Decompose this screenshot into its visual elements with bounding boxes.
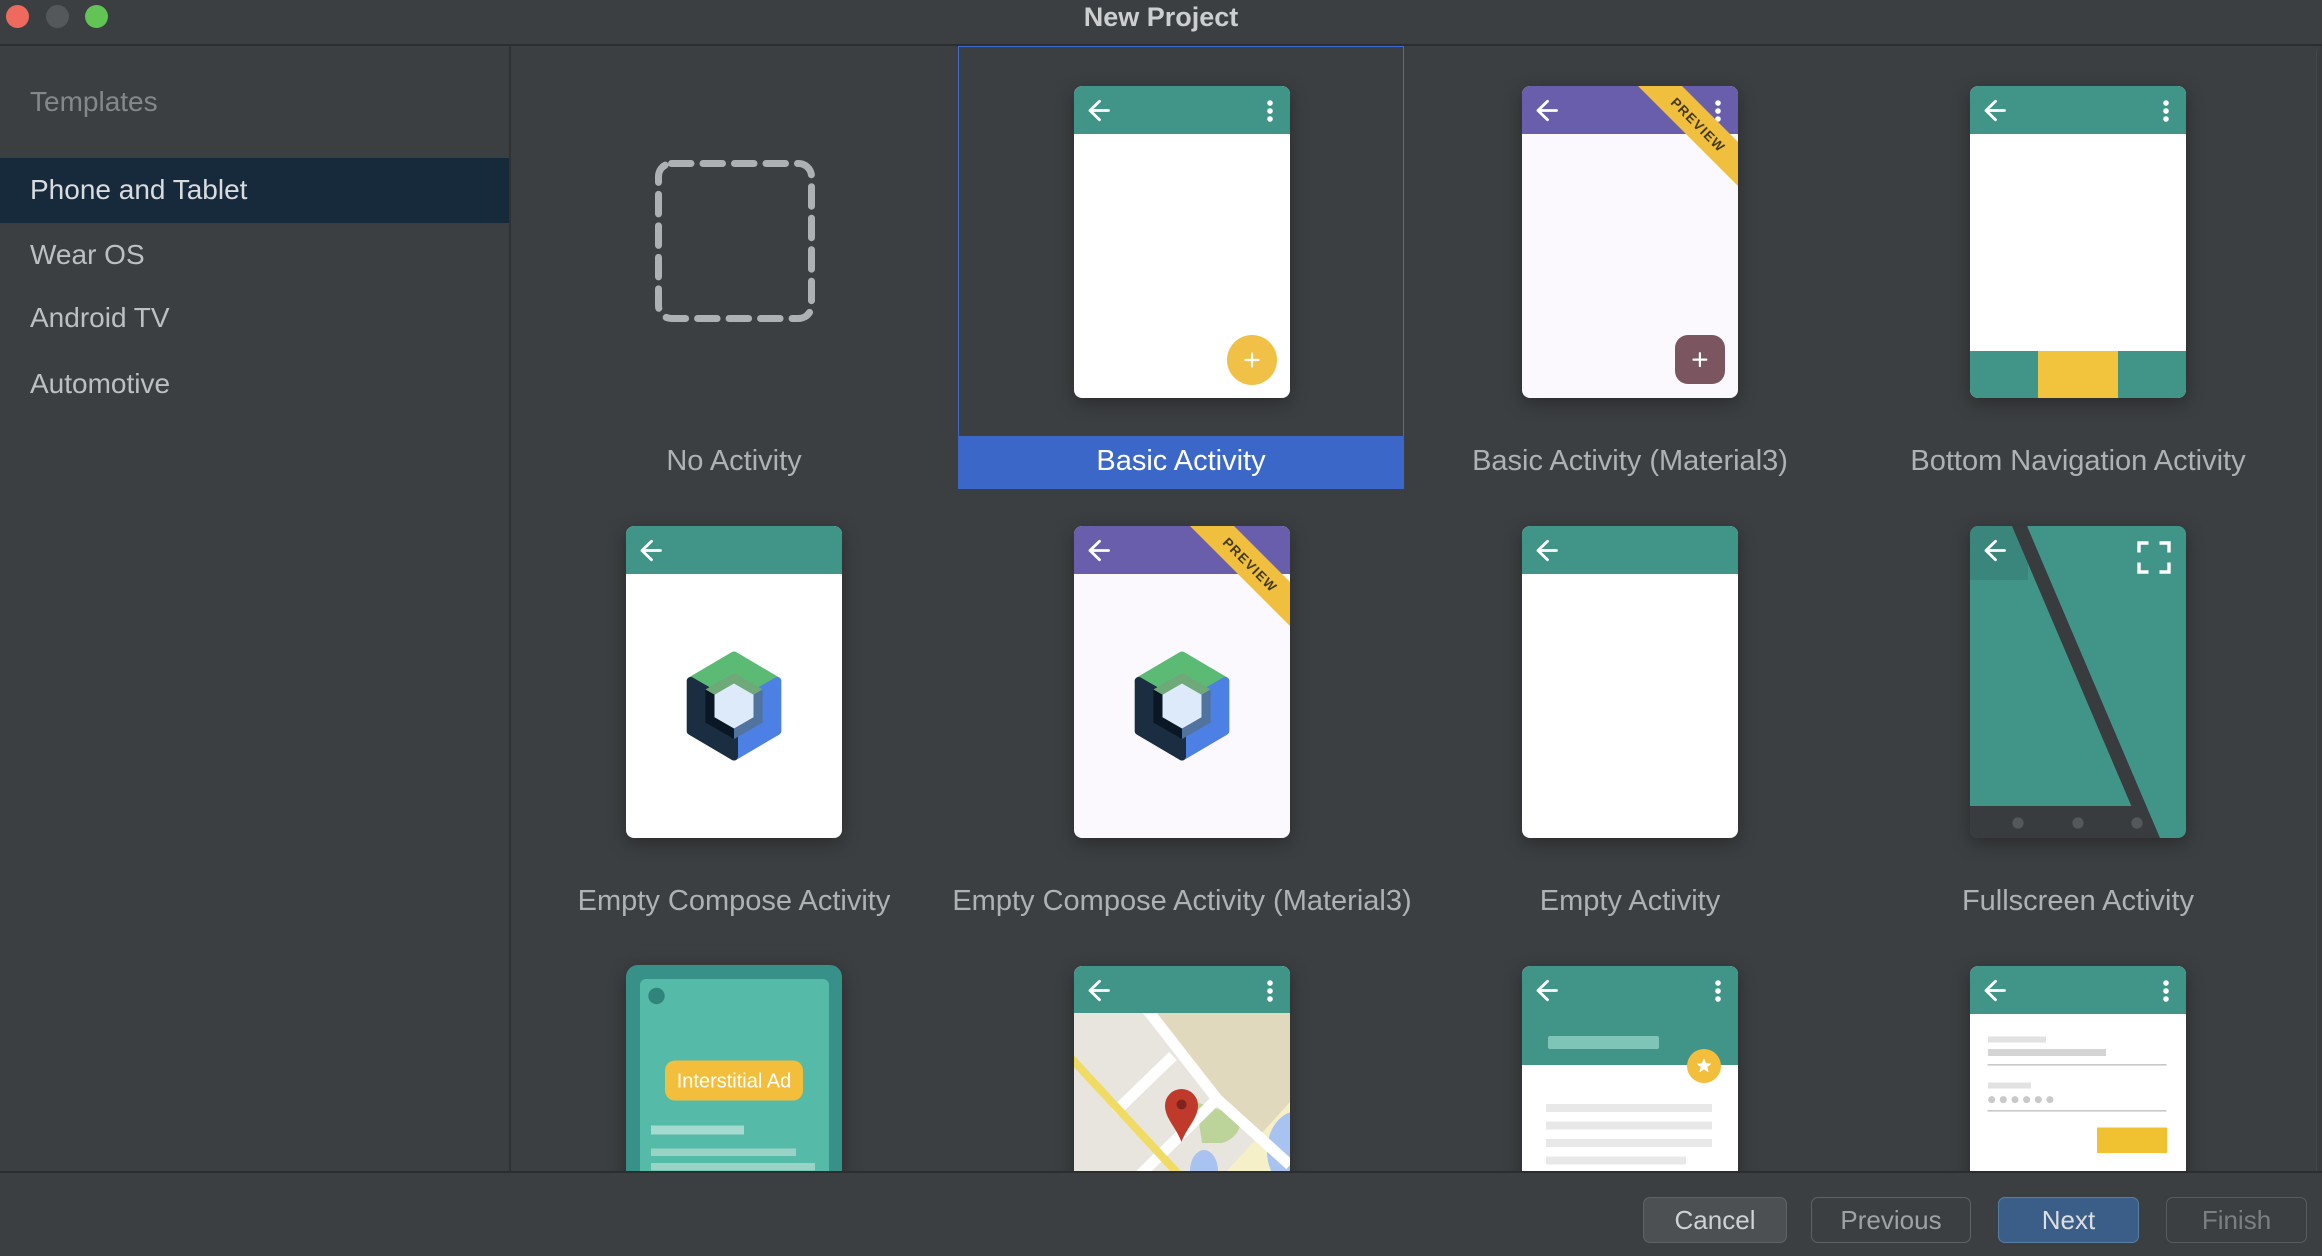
svg-text:Interstitial Ad: Interstitial Ad bbox=[677, 1071, 792, 1093]
